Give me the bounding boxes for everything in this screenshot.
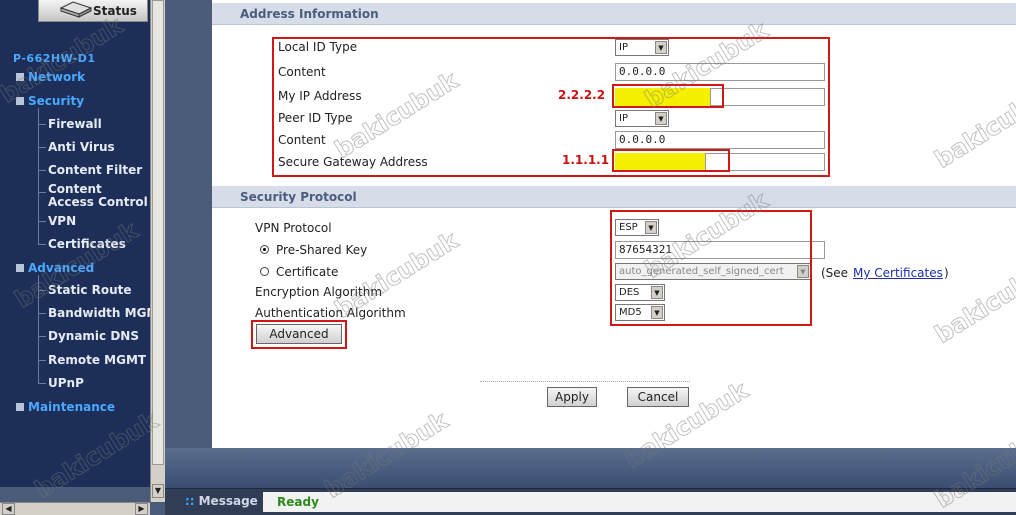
nav-remote-mgmt[interactable]: Remote MGMT	[48, 354, 150, 367]
nav-advanced[interactable]: Advanced	[16, 261, 94, 275]
pre-shared-key-radio[interactable]	[260, 245, 269, 254]
expand-icon	[16, 403, 24, 411]
cancel-button[interactable]: Cancel	[627, 387, 689, 407]
nav-vpn[interactable]: VPN	[48, 215, 150, 228]
nav-content-filter[interactable]: Content Filter	[48, 164, 150, 177]
status-button[interactable]: Status	[38, 0, 148, 22]
advanced-highlight	[251, 320, 347, 349]
router-icon	[59, 1, 93, 18]
sidebar: Status P-662HW-D1 Network Security Firew…	[0, 0, 150, 487]
nav-content-access-control[interactable]: Content Access Control	[48, 183, 150, 209]
see-suffix: )	[944, 266, 949, 280]
nav-anti-virus[interactable]: Anti Virus	[48, 141, 150, 154]
nav-security[interactable]: Security	[16, 94, 84, 108]
status-bar: :: Message Ready	[165, 488, 1016, 515]
divider	[480, 381, 690, 382]
address-highlight-box	[272, 37, 830, 177]
collapse-icon	[16, 264, 24, 272]
content-footer-band	[165, 448, 1016, 488]
nav-static-route[interactable]: Static Route	[48, 284, 150, 297]
device-name: P-662HW-D1	[13, 52, 96, 65]
certificate-label: Certificate	[276, 265, 339, 279]
nav-bandwidth-mgmt[interactable]: Bandwidth MGMT	[48, 307, 150, 320]
nav-upnp[interactable]: UPnP	[48, 377, 150, 390]
status-text: Ready	[263, 492, 1016, 512]
nav-firewall[interactable]: Firewall	[48, 118, 150, 131]
message-label: :: Message	[185, 494, 258, 508]
nav-network[interactable]: Network	[16, 70, 85, 84]
status-label: Status	[93, 3, 137, 18]
see-prefix: (See	[821, 266, 849, 280]
authentication-algorithm-label: Authentication Algorithm	[255, 306, 406, 320]
nav-dynamic-dns[interactable]: Dynamic DNS	[48, 330, 150, 343]
nav-certificates[interactable]: Certificates	[48, 238, 150, 251]
vpn-protocol-label: VPN Protocol	[255, 221, 332, 235]
my-certificates-link[interactable]: My Certificates	[853, 266, 943, 280]
security-protocol-header: Security Protocol	[212, 186, 1016, 208]
collapse-icon	[16, 97, 24, 105]
pre-shared-key-label: Pre-Shared Key	[276, 243, 368, 257]
expand-icon	[16, 73, 24, 81]
address-information-header: Address Information	[212, 3, 1016, 25]
sidebar-scrollbar[interactable]: ▼	[150, 0, 165, 502]
sidebar-hscrollbar[interactable]: ◀ ▶	[0, 502, 150, 515]
main-panel: Address Information Local ID Type IP ▼ Co…	[212, 0, 1016, 448]
certificate-radio[interactable]	[260, 267, 269, 276]
scroll-thumb[interactable]	[152, 0, 164, 465]
apply-button[interactable]: Apply	[547, 387, 597, 407]
bullet-icon: ::	[185, 494, 195, 508]
security-protocol-highlight	[610, 210, 812, 326]
tree-line	[38, 108, 39, 244]
scroll-down-icon[interactable]: ▼	[152, 484, 164, 498]
nav-maintenance[interactable]: Maintenance	[16, 400, 115, 414]
scroll-left-icon[interactable]: ◀	[2, 503, 15, 515]
scroll-right-icon[interactable]: ▶	[135, 503, 148, 515]
encryption-algorithm-label: Encryption Algorithm	[255, 285, 383, 299]
